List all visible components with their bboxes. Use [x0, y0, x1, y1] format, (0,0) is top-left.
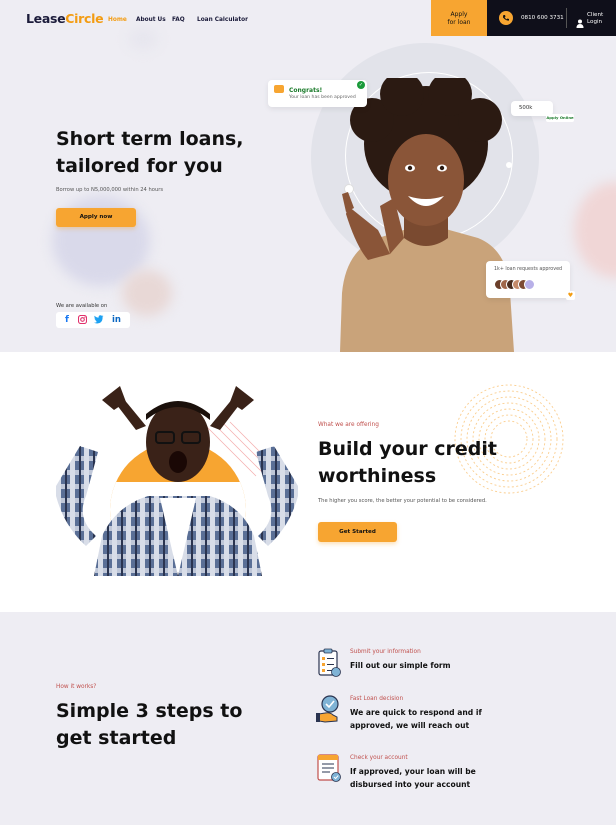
- step2-title-line2: approved, we will reach out: [350, 721, 470, 730]
- credit-title: Build your credit worthiness: [318, 436, 538, 490]
- step2-title: We are quick to respond and if approved,…: [350, 706, 530, 732]
- check-icon: ✓: [357, 81, 365, 89]
- step3-title: If approved, your loan will be disbursed…: [350, 765, 530, 791]
- congrats-title: Congrats!: [289, 87, 323, 94]
- instagram-icon[interactable]: [77, 314, 88, 328]
- step3-title-line1: If approved, your loan will be: [350, 767, 476, 776]
- steps-title-line2: get started: [56, 727, 177, 749]
- apply-line2: for loan: [447, 19, 471, 26]
- excited-man-image: [56, 386, 298, 576]
- avatar: [524, 279, 535, 290]
- hero-title: Short term loans, tailored for you: [56, 126, 276, 180]
- credit-title-line1: Build your credit: [318, 438, 497, 460]
- client-line2: Login: [587, 19, 603, 25]
- phone-icon: [499, 11, 513, 25]
- step2-label: Fast Loan decision: [350, 696, 404, 702]
- credit-section: What we are offering Build your credit w…: [0, 352, 616, 612]
- form-icon: [318, 648, 341, 677]
- nav-faq[interactable]: FAQ: [172, 17, 185, 23]
- loan-approved-card: Congrats! Your loan has been approved: [268, 80, 367, 107]
- credit-title-line2: worthiness: [318, 465, 437, 487]
- client-login-link[interactable]: Client Login: [587, 12, 603, 26]
- loan-amount: 500k: [519, 105, 533, 111]
- nav-home[interactable]: Home: [108, 17, 127, 23]
- apply-online-tag: Apply Online: [546, 114, 574, 122]
- hero-woman-image: [340, 78, 514, 352]
- phone-number[interactable]: 0810 600 3731: [521, 15, 564, 21]
- heart-icon: ♥: [566, 291, 575, 300]
- message-icon: [274, 85, 284, 93]
- congrats-text: Your loan has been approved: [289, 95, 356, 100]
- nav-loan-calculator[interactable]: Loan Calculator: [197, 17, 248, 23]
- get-started-button[interactable]: Get Started: [318, 522, 397, 542]
- apply-for-loan-button[interactable]: Apply for loan: [431, 0, 487, 36]
- offer-label: What we are offering: [318, 422, 379, 428]
- hero-title-line1: Short term loans,: [56, 128, 244, 150]
- steps-title: Simple 3 steps to get started: [56, 698, 276, 752]
- step2-title-line1: We are quick to respond and if: [350, 708, 482, 717]
- step1-label: Submit your information: [350, 649, 421, 655]
- apply-now-button[interactable]: Apply now: [56, 208, 136, 227]
- available-label: We are available on: [56, 303, 108, 309]
- decor-blob: [128, 28, 158, 50]
- user-icon: [576, 13, 584, 32]
- steps-title-line1: Simple 3 steps to: [56, 700, 243, 722]
- requests-text: 1k+ loan requests approved: [494, 267, 563, 272]
- divider: [566, 8, 567, 28]
- step3-label: Check your account: [350, 755, 408, 761]
- client-line1: Client: [587, 12, 604, 18]
- step1-title: Fill out our simple form: [350, 659, 530, 672]
- logo[interactable]: LeaseCircle: [26, 11, 104, 26]
- credit-subtitle: The higher you score, the better your po…: [318, 498, 487, 504]
- hero-section: LeaseCircle Home About Us FAQ Loan Calcu…: [0, 0, 616, 352]
- step3-title-line2: disbursed into your account: [350, 780, 471, 789]
- account-icon: [317, 754, 341, 782]
- loan-requests-card: 1k+ loan requests approved: [486, 261, 570, 298]
- linkedin-icon[interactable]: in: [112, 314, 121, 326]
- steps-section: How it works? Simple 3 steps to get star…: [0, 612, 616, 825]
- nav-about[interactable]: About Us: [136, 17, 166, 23]
- social-links: f in: [56, 312, 130, 328]
- how-it-works-label: How it works?: [56, 684, 97, 690]
- apply-line1: Apply: [450, 11, 468, 18]
- decor-blob: [574, 182, 616, 278]
- decision-icon: [316, 695, 339, 723]
- step1-title-line1: Fill out our simple form: [350, 661, 451, 670]
- hero-subtitle: Borrow up to N5,000,000 within 24 hours: [56, 187, 164, 193]
- facebook-icon[interactable]: f: [65, 314, 69, 326]
- twitter-icon[interactable]: [94, 315, 104, 328]
- decor-blob: [122, 270, 172, 316]
- hero-title-line2: tailored for you: [56, 155, 223, 177]
